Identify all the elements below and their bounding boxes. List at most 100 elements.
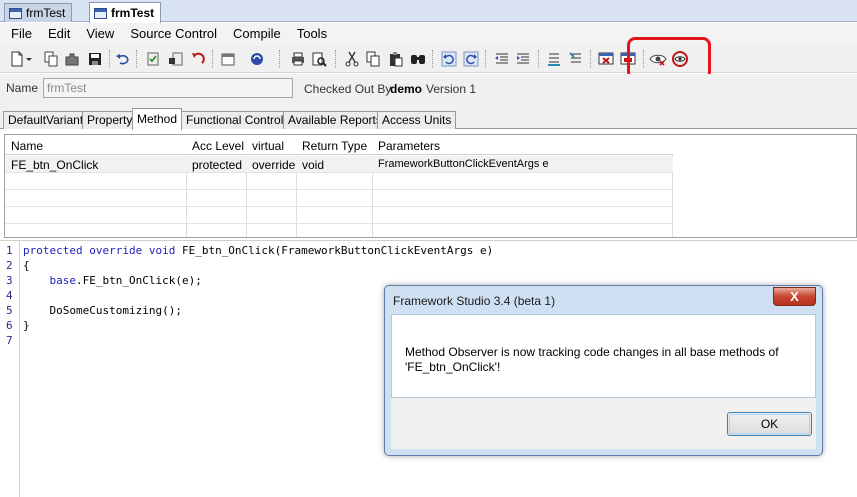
method-grid: Name Acc Level virtual Return Type Param…: [4, 134, 857, 238]
code-line: {: [23, 259, 30, 272]
line-number: 7: [6, 334, 13, 347]
code-keyword: base: [23, 274, 76, 287]
column-header-name[interactable]: Name: [11, 139, 43, 153]
table-row-empty[interactable]: [5, 173, 673, 190]
tab-access-units[interactable]: Access Units: [377, 111, 457, 129]
menu-source-control[interactable]: Source Control: [122, 24, 225, 44]
code-text: FE_btn_OnClick(FrameworkButtonClickEvent…: [181, 244, 494, 257]
toolbar-separator: [335, 50, 336, 68]
outdent-icon[interactable]: [493, 50, 511, 68]
cell-virtual: override: [252, 158, 296, 172]
column-header-virtual[interactable]: virtual: [252, 139, 284, 153]
toolbar-separator: [279, 50, 280, 68]
checked-out-user: demo: [390, 82, 423, 96]
doc-tab-frmtest-2[interactable]: frmTest: [89, 2, 162, 23]
tab-available-reports[interactable]: Available Reports: [283, 111, 387, 129]
paste-icon[interactable]: [387, 50, 405, 68]
column-header-acc-level[interactable]: Acc Level: [192, 139, 244, 153]
toolbar-separator: [109, 50, 110, 68]
dialog-footer: OK: [391, 398, 816, 449]
code-text: }: [23, 319, 30, 332]
cell-parameters: FrameworkButtonClickEventArgs e: [378, 158, 549, 170]
uncomment-icon[interactable]: [567, 50, 585, 68]
tab-functional-controls[interactable]: Functional Controls: [181, 111, 295, 129]
plugin-icon[interactable]: [63, 50, 81, 68]
line-number: 6: [6, 319, 13, 332]
doc-tab-frmtest-1[interactable]: frmTest: [4, 3, 73, 22]
revert-icon[interactable]: [189, 50, 207, 68]
code-line: DoSomeCustomizing();: [23, 304, 181, 317]
code-line: protected override void FE_btn_OnClick(F…: [23, 244, 493, 257]
dialog-title: Framework Studio 3.4 (beta 1): [393, 294, 556, 308]
name-field[interactable]: [43, 78, 293, 98]
line-number: 2: [6, 259, 13, 272]
doc-tab-label: frmTest: [111, 6, 155, 20]
form-icon: [94, 7, 107, 19]
name-label: Name: [6, 81, 39, 95]
grid-header: Name Acc Level virtual Return Type Param…: [5, 135, 673, 155]
tab-property[interactable]: Property: [82, 111, 138, 129]
delete-form-icon[interactable]: [597, 50, 615, 68]
calendar-icon[interactable]: [219, 50, 237, 68]
refresh-icon[interactable]: [248, 50, 266, 68]
dialog-body: Method Observer is now tracking code cha…: [391, 314, 816, 398]
toolbar-separator: [432, 50, 433, 68]
code-text: .FE_btn_OnClick(e);: [75, 274, 202, 287]
code-keyword: protected override void: [23, 244, 182, 257]
undo-blue-icon[interactable]: [440, 50, 458, 68]
line-number: 3: [6, 274, 13, 287]
print-preview-icon[interactable]: [310, 50, 328, 68]
redo-blue-icon[interactable]: [462, 50, 480, 68]
print-icon[interactable]: [289, 50, 307, 68]
form-icon: [9, 7, 22, 19]
line-number: 4: [6, 289, 13, 302]
dialog-close-button[interactable]: X: [773, 287, 816, 306]
dialog-message: Method Observer is now tracking code cha…: [405, 345, 779, 374]
toolbar: [0, 45, 857, 73]
column-header-parameters[interactable]: Parameters: [378, 139, 440, 153]
toolbar-separator: [212, 50, 213, 68]
ok-button[interactable]: OK: [727, 412, 812, 436]
save-icon[interactable]: [86, 50, 104, 68]
find-icon[interactable]: [409, 50, 427, 68]
column-header-return-type[interactable]: Return Type: [302, 139, 367, 153]
indent-icon[interactable]: [514, 50, 532, 68]
menu-file[interactable]: File: [0, 24, 40, 44]
cell-name: FE_btn_OnClick: [11, 158, 99, 172]
toolbar-separator: [136, 50, 137, 68]
property-tab-strip: DefaultVariant Property Method Functiona…: [0, 106, 857, 130]
menu-bar: File Edit View Source Control Compile To…: [0, 23, 857, 45]
cut-icon[interactable]: [343, 50, 361, 68]
tab-method[interactable]: Method: [132, 108, 183, 130]
line-number: 1: [6, 244, 13, 257]
table-row[interactable]: FE_btn_OnClick protected override void F…: [5, 156, 673, 173]
toolbar-separator: [538, 50, 539, 68]
table-row-empty[interactable]: [5, 190, 673, 207]
name-row: Name Checked Out By demo Version 1: [0, 74, 857, 106]
comment-icon[interactable]: [545, 50, 563, 68]
checkin-icon[interactable]: [144, 50, 162, 68]
line-number-gutter: 1 2 3 4 5 6 7: [0, 241, 20, 497]
document-tab-strip: frmTest frmTest: [0, 0, 857, 23]
copy-icon[interactable]: [364, 50, 382, 68]
line-number: 5: [6, 304, 13, 317]
menu-tools[interactable]: Tools: [289, 24, 335, 44]
copy-document-icon[interactable]: [42, 50, 60, 68]
table-row-empty[interactable]: [5, 207, 673, 224]
checkout-icon[interactable]: [167, 50, 185, 68]
undo-icon[interactable]: [114, 50, 132, 68]
menu-view[interactable]: View: [78, 24, 122, 44]
version-label: Version 1: [426, 82, 477, 96]
menu-compile[interactable]: Compile: [225, 24, 289, 44]
message-dialog: Framework Studio 3.4 (beta 1) X Method O…: [384, 285, 823, 456]
cell-acc-level: protected: [192, 158, 243, 172]
cell-return-type: void: [302, 158, 325, 172]
doc-tab-label: frmTest: [26, 6, 66, 20]
dropdown-arrow-icon[interactable]: [24, 50, 34, 68]
menu-edit[interactable]: Edit: [40, 24, 78, 44]
code-line: base.FE_btn_OnClick(e);: [23, 274, 202, 287]
code-text: {: [23, 259, 30, 272]
toolbar-separator: [485, 50, 486, 68]
checked-out-label: Checked Out By: [304, 82, 392, 96]
tab-default-variant[interactable]: DefaultVariant: [3, 111, 89, 129]
